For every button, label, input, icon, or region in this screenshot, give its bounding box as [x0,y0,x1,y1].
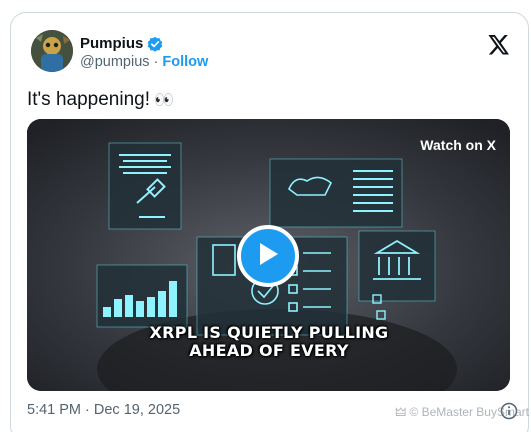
tweet-card: Pumpius @pumpius · Follow It's happening… [10,12,529,432]
watermark: 🜲 © BeMaster BuySmart [395,405,529,419]
avatar[interactable] [31,30,73,72]
follow-button[interactable]: Follow [162,54,208,70]
tweet-text: It's happening! [27,89,150,110]
caption-line-2: AHEAD OF EVERY [189,341,349,360]
x-logo-icon[interactable] [488,35,510,55]
handle-separator: · [153,54,159,70]
caption-line-1: XRPL IS QUIETLY PULLING [149,323,389,342]
tweet-timestamp[interactable]: 5:41 PM · Dec 19, 2025 [27,402,180,418]
verified-badge-icon [147,36,163,52]
video-player[interactable]: Watch on X XRPL IS QUIETLY PULLING AHEAD… [27,119,510,391]
watch-on-x-link[interactable]: Watch on X [420,137,496,153]
video-caption: XRPL IS QUIETLY PULLING AHEAD OF EVERY [149,324,389,360]
play-icon [256,241,280,272]
play-button[interactable] [237,225,299,287]
eyes-emoji: 👀 [154,92,174,109]
author-display-name[interactable]: Pumpius [80,35,143,52]
author-handle[interactable]: @pumpius [80,54,150,70]
